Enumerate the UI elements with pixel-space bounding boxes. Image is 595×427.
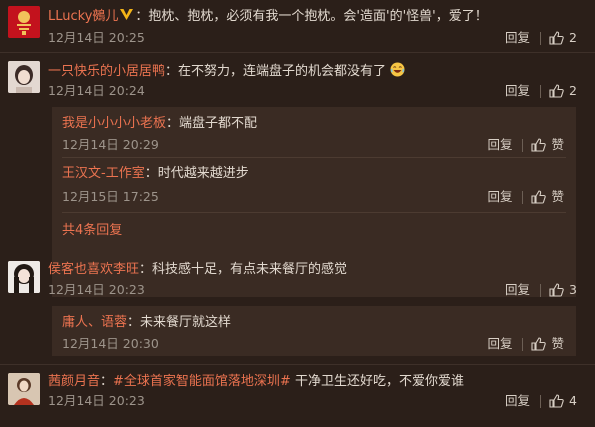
comment-text: 科技感十足，有点未来餐厅的感觉 <box>152 262 348 277</box>
like-thumb-icon[interactable] <box>531 138 547 152</box>
divider <box>540 31 542 45</box>
timestamp: 12月14日 20:24 <box>48 83 145 98</box>
comment-line: LLucky鵺儿 ：抱枕、抱枕，必须有我一个抱枕。会'造面'的'怪兽'，爱了！ <box>48 9 488 24</box>
like-count[interactable]: 3 <box>569 282 577 298</box>
comment-line: 茜颜月音：#全球首家智能面馆落地深圳# 干净卫生还好吃，不爱你爱谁 <box>48 374 464 389</box>
hashtag-link[interactable]: #全球首家智能面馆落地深圳# <box>113 374 291 389</box>
lucky-logo-icon <box>8 6 40 38</box>
comment-line: 侯客也喜欢李旺：科技感十足，有点未来餐厅的感觉 <box>48 262 348 277</box>
comment-text: 抱枕、抱枕，必须有我一个抱枕。会'造面'的'怪兽'，爱了！ <box>148 9 488 24</box>
comment-line: 一只快乐的小居居鸭：在不努力，连端盘子的机会都没有了 <box>48 62 405 81</box>
reply-actions: 回复 赞 <box>487 336 564 352</box>
like-thumb-icon[interactable] <box>549 394 564 408</box>
more-replies-link[interactable]: 共4条回复 <box>62 223 122 239</box>
comment-text: 在不努力，连端盘子的机会都没有了 <box>178 64 387 79</box>
like-label[interactable]: 赞 <box>551 137 564 153</box>
comment-actions: 回复 3 <box>505 282 577 298</box>
like-label[interactable]: 赞 <box>551 189 564 205</box>
reply-text: 端盘子都不配 <box>179 116 258 131</box>
comment-actions: 回复 2 <box>505 83 577 99</box>
reply-line: 王汉文-工作室：时代越来越进步 <box>62 166 249 181</box>
reply-username-link[interactable]: 我是小小小小老板 <box>62 116 166 131</box>
reply-line: 我是小小小小老板：端盘子都不配 <box>62 116 258 131</box>
divider <box>62 212 566 213</box>
username-link[interactable]: LLucky鵺儿 <box>48 9 118 24</box>
laughing-face-emoji <box>390 62 405 77</box>
reply-username-link[interactable]: 王汉文-工作室 <box>62 166 145 181</box>
reply-line: 庸人、语蓉：未来餐厅就这样 <box>62 315 232 330</box>
reply-text: 未来餐厅就这样 <box>140 315 232 330</box>
reply-actions: 回复 赞 <box>487 137 564 153</box>
like-thumb-icon[interactable] <box>549 283 564 297</box>
username-link[interactable]: 一只快乐的小居居鸭 <box>48 64 165 79</box>
girl-avatar-icon <box>8 61 40 93</box>
reply-actions: 回复 赞 <box>487 189 564 205</box>
like-count[interactable]: 2 <box>569 30 577 46</box>
reply-button[interactable]: 回复 <box>505 83 530 99</box>
reply-text: 时代越来越进步 <box>157 166 249 181</box>
timestamp: 12月14日 20:23 <box>48 393 145 408</box>
divider <box>540 394 542 408</box>
avatar[interactable] <box>8 6 40 38</box>
divider <box>540 283 542 297</box>
like-thumb-icon[interactable] <box>531 337 547 351</box>
reply-username-link[interactable]: 庸人、语蓉 <box>62 315 127 330</box>
girl-avatar-icon <box>8 261 40 293</box>
reply-button[interactable]: 回复 <box>505 393 530 409</box>
reply-button[interactable]: 回复 <box>487 137 512 153</box>
divider <box>540 84 542 98</box>
divider <box>62 157 566 158</box>
comment-text: 干净卫生还好吃，不爱你爱谁 <box>290 374 464 389</box>
reply-button[interactable]: 回复 <box>505 30 530 46</box>
like-count[interactable]: 2 <box>569 83 577 99</box>
like-thumb-icon[interactable] <box>549 84 564 98</box>
reply-list: 庸人、语蓉：未来餐厅就这样 12月14日 20:30 回复 赞 <box>52 306 576 356</box>
reply-timestamp: 12月14日 20:30 <box>62 336 159 351</box>
like-thumb-icon[interactable] <box>531 190 547 204</box>
comment-actions: 回复 4 <box>505 393 577 409</box>
username-link[interactable]: 茜颜月音 <box>48 374 100 389</box>
divider <box>522 190 524 204</box>
avatar[interactable] <box>8 373 40 405</box>
like-count[interactable]: 4 <box>569 393 577 409</box>
vip-v-icon <box>120 9 134 20</box>
avatar[interactable] <box>8 261 40 293</box>
timestamp: 12月14日 20:23 <box>48 282 145 297</box>
like-label[interactable]: 赞 <box>551 336 564 352</box>
divider <box>0 364 595 365</box>
comment-actions: 回复 2 <box>505 30 577 46</box>
avatar[interactable] <box>8 61 40 93</box>
divider <box>522 337 524 351</box>
divider <box>522 138 524 152</box>
woman-avatar-icon <box>8 373 40 405</box>
username-link[interactable]: 侯客也喜欢李旺 <box>48 262 139 277</box>
timestamp: 12月14日 20:25 <box>48 30 145 45</box>
divider <box>0 52 595 53</box>
reply-timestamp: 12月14日 20:29 <box>62 137 159 152</box>
reply-button[interactable]: 回复 <box>487 336 512 352</box>
reply-button[interactable]: 回复 <box>505 282 530 298</box>
like-thumb-icon[interactable] <box>549 31 564 45</box>
reply-timestamp: 12月15日 17:25 <box>62 189 159 204</box>
reply-button[interactable]: 回复 <box>487 189 512 205</box>
